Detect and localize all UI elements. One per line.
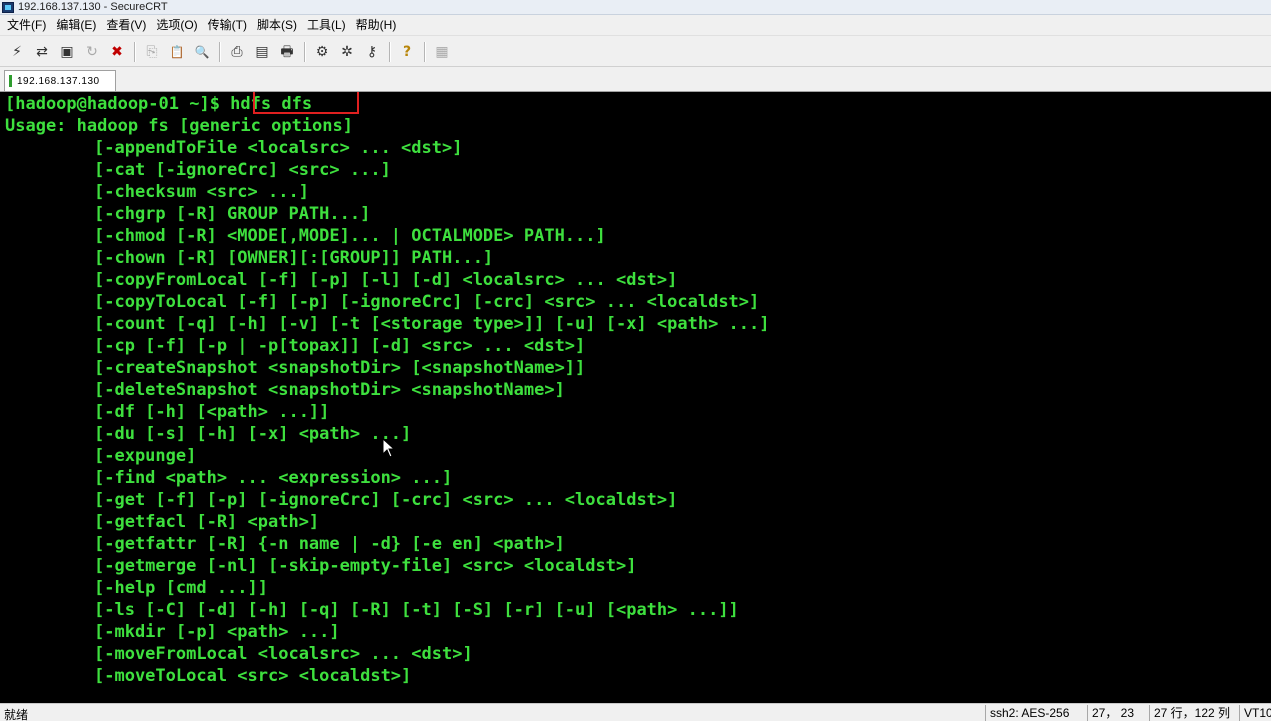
status-encryption: ssh2: AES-256 bbox=[985, 705, 1085, 721]
option-line: [-deleteSnapshot <snapshotDir> <snapshot… bbox=[94, 380, 565, 400]
option-line: [-appendToFile <localsrc> ... <dst>] bbox=[94, 138, 463, 158]
copy-button[interactable]: ⎘ bbox=[141, 41, 163, 63]
option-line: [-moveToLocal <src> <localdst>] bbox=[94, 666, 412, 686]
find-button[interactable]: 🔍 bbox=[191, 41, 213, 63]
status-emulation: VT100 bbox=[1239, 705, 1271, 721]
keymap-button[interactable]: ⚷ bbox=[361, 41, 383, 63]
option-line: [-cat [-ignoreCrc] <src> ...] bbox=[94, 160, 391, 180]
connect-tab-button[interactable]: ▣ bbox=[56, 41, 78, 63]
connection-status-indicator bbox=[9, 75, 12, 87]
keymap-icon: ⚷ bbox=[366, 43, 378, 60]
sftp-icon: ▦ bbox=[435, 43, 449, 60]
session-options-icon: ⚙ bbox=[315, 43, 329, 60]
menu-edit[interactable]: 编辑(E) bbox=[51, 16, 101, 35]
session-tab-strip: 192.168.137.130 bbox=[0, 68, 1271, 92]
disconnect-button[interactable]: ✖ bbox=[106, 41, 128, 63]
print-setup-button[interactable]: ⎙ bbox=[226, 41, 248, 63]
connect-icon: ⚡ bbox=[12, 43, 22, 60]
option-line: [-checksum <src> ...] bbox=[94, 182, 309, 202]
global-options-icon: ✲ bbox=[341, 43, 353, 60]
option-line: [-moveFromLocal <localsrc> ... <dst>] bbox=[94, 644, 473, 664]
print-selection-button[interactable]: ▤ bbox=[251, 41, 273, 63]
option-line: [-get [-f] [-p] [-ignoreCrc] [-crc] <src… bbox=[94, 490, 678, 510]
copy-icon: ⎘ bbox=[146, 43, 158, 60]
option-line: [-getmerge [-nl] [-skip-empty-file] <src… bbox=[94, 556, 637, 576]
menu-tools[interactable]: 工具(L) bbox=[302, 16, 351, 35]
option-line: [-copyToLocal [-f] [-p] [-ignoreCrc] [-c… bbox=[94, 292, 760, 312]
terminal-prompt-line: [hadoop@hadoop-01 ~]$ hdfs dfs bbox=[5, 92, 770, 115]
option-line: [-find <path> ... <expression> ...] bbox=[94, 468, 453, 488]
quick-connect-icon: ⇄ bbox=[36, 43, 48, 60]
session-options-button[interactable]: ⚙ bbox=[311, 41, 333, 63]
option-line: [-cp [-f] [-p | -p[topax]] [-d] <src> ..… bbox=[94, 336, 586, 356]
usage-line: Usage: hadoop fs [generic options] bbox=[5, 116, 353, 136]
status-cursor-position: 27， 23 bbox=[1087, 705, 1147, 721]
menu-transfer[interactable]: 传输(T) bbox=[203, 16, 252, 35]
find-icon: 🔍 bbox=[194, 44, 210, 59]
terminal-screen[interactable]: [hadoop@hadoop-01 ~]$ hdfs dfs Usage: ha… bbox=[0, 92, 1271, 703]
paste-button[interactable]: 📋 bbox=[166, 41, 188, 63]
option-line: [-getfattr [-R] {-n name | -d} [-e en] <… bbox=[94, 534, 565, 554]
toolbar-separator bbox=[389, 41, 391, 62]
menu-script[interactable]: 脚本(S) bbox=[252, 16, 302, 35]
option-line: [-help [cmd ...]] bbox=[94, 578, 268, 598]
option-line: [-copyFromLocal [-f] [-p] [-l] [-d] <loc… bbox=[94, 270, 678, 290]
quick-connect-button[interactable]: ⇄ bbox=[31, 41, 53, 63]
option-line: [-chgrp [-R] GROUP PATH...] bbox=[94, 204, 371, 224]
option-line: [-ls [-C] [-d] [-h] [-q] [-R] [-t] [-S] … bbox=[94, 600, 739, 620]
option-line: [-getfacl [-R] <path>] bbox=[94, 512, 320, 532]
toolbar: ⚡ ⇄ ▣ ↻ ✖ ⎘ 📋 🔍 ⎙ ▤ 🖶 ⚙ ✲ ⚷ ? ▦ bbox=[0, 37, 1271, 67]
paste-icon: 📋 bbox=[169, 44, 185, 59]
print-icon: 🖶 bbox=[280, 43, 294, 60]
menu-view[interactable]: 查看(V) bbox=[101, 16, 151, 35]
print-setup-icon: ⎙ bbox=[231, 43, 243, 60]
session-tab[interactable]: 192.168.137.130 bbox=[4, 70, 116, 91]
session-tab-label: 192.168.137.130 bbox=[17, 75, 100, 87]
status-terminal-size: 27 行，122 列 bbox=[1149, 705, 1237, 721]
menu-options[interactable]: 选项(O) bbox=[151, 16, 202, 35]
print-selection-icon: ▤ bbox=[255, 43, 269, 60]
sftp-button[interactable]: ▦ bbox=[431, 41, 453, 63]
option-line: [-count [-q] [-h] [-v] [-t [<storage typ… bbox=[94, 314, 770, 334]
option-line: [-mkdir [-p] <path> ...] bbox=[94, 622, 340, 642]
status-ready-text: 就绪 bbox=[4, 708, 29, 721]
reconnect-button[interactable]: ↻ bbox=[81, 41, 103, 63]
reconnect-icon: ↻ bbox=[86, 43, 98, 60]
print-button[interactable]: 🖶 bbox=[276, 41, 298, 63]
command-highlight-box bbox=[253, 92, 359, 114]
option-line: [-createSnapshot <snapshotDir> [<snapsho… bbox=[94, 358, 586, 378]
toolbar-separator bbox=[424, 41, 426, 62]
menu-file[interactable]: 文件(F) bbox=[2, 16, 51, 35]
menu-help[interactable]: 帮助(H) bbox=[351, 16, 402, 35]
disconnect-icon: ✖ bbox=[111, 43, 123, 60]
securecrt-app-icon bbox=[2, 1, 14, 13]
option-line: [-chown [-R] [OWNER][:[GROUP]] PATH...] bbox=[94, 248, 494, 268]
shell-prompt: [hadoop@hadoop-01 ~]$ bbox=[5, 94, 231, 114]
terminal-output: [hadoop@hadoop-01 ~]$ hdfs dfs Usage: ha… bbox=[5, 92, 770, 687]
status-bar: 就绪 ssh2: AES-256 27， 23 27 行，122 列 VT100 bbox=[0, 703, 1271, 721]
mouse-pointer-icon bbox=[382, 438, 396, 458]
option-line: [-df [-h] [<path> ...]] bbox=[94, 402, 330, 422]
toolbar-separator bbox=[304, 41, 306, 62]
connect-tab-icon: ▣ bbox=[60, 43, 74, 60]
help-button[interactable]: ? bbox=[396, 41, 418, 63]
menu-bar: 文件(F) 编辑(E) 查看(V) 选项(O) 传输(T) 脚本(S) 工具(L… bbox=[0, 15, 1271, 36]
help-icon: ? bbox=[402, 43, 412, 60]
option-line: [-chmod [-R] <MODE[,MODE]... | OCTALMODE… bbox=[94, 226, 606, 246]
global-options-button[interactable]: ✲ bbox=[336, 41, 358, 63]
connect-button[interactable]: ⚡ bbox=[6, 41, 28, 63]
title-bar: 192.168.137.130 - SecureCRT bbox=[0, 0, 1271, 15]
securecrt-window: 192.168.137.130 - SecureCRT 文件(F) 编辑(E) … bbox=[0, 0, 1271, 721]
toolbar-separator bbox=[219, 41, 221, 62]
window-title: 192.168.137.130 - SecureCRT bbox=[18, 1, 168, 13]
toolbar-separator bbox=[134, 41, 136, 62]
